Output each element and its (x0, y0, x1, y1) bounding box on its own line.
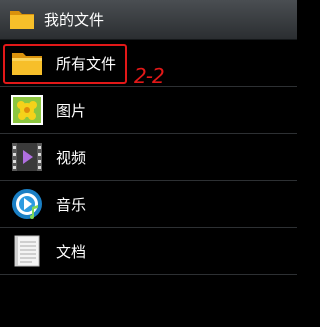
page-title: 我的文件 (44, 11, 105, 29)
video-icon (12, 143, 42, 171)
step-annotation: 2-2 (134, 64, 165, 88)
list-item-music[interactable]: 音乐 (0, 181, 297, 228)
list-item-videos[interactable]: 视频 (0, 134, 297, 181)
list-item-label: 文档 (56, 243, 87, 261)
image-icon (11, 95, 43, 125)
document-icon (14, 235, 40, 267)
highlight-box (3, 44, 127, 84)
music-icon (12, 189, 42, 219)
folder-icon (10, 11, 34, 29)
empty-area (0, 280, 297, 327)
list-item-images[interactable]: 图片 (0, 87, 297, 134)
list-item-label: 视频 (56, 149, 87, 167)
title-bar: 我的文件 (0, 0, 297, 40)
list-item-label: 音乐 (56, 196, 87, 214)
list-item-label: 图片 (56, 102, 87, 120)
list-item-documents[interactable]: 文档 (0, 228, 297, 275)
